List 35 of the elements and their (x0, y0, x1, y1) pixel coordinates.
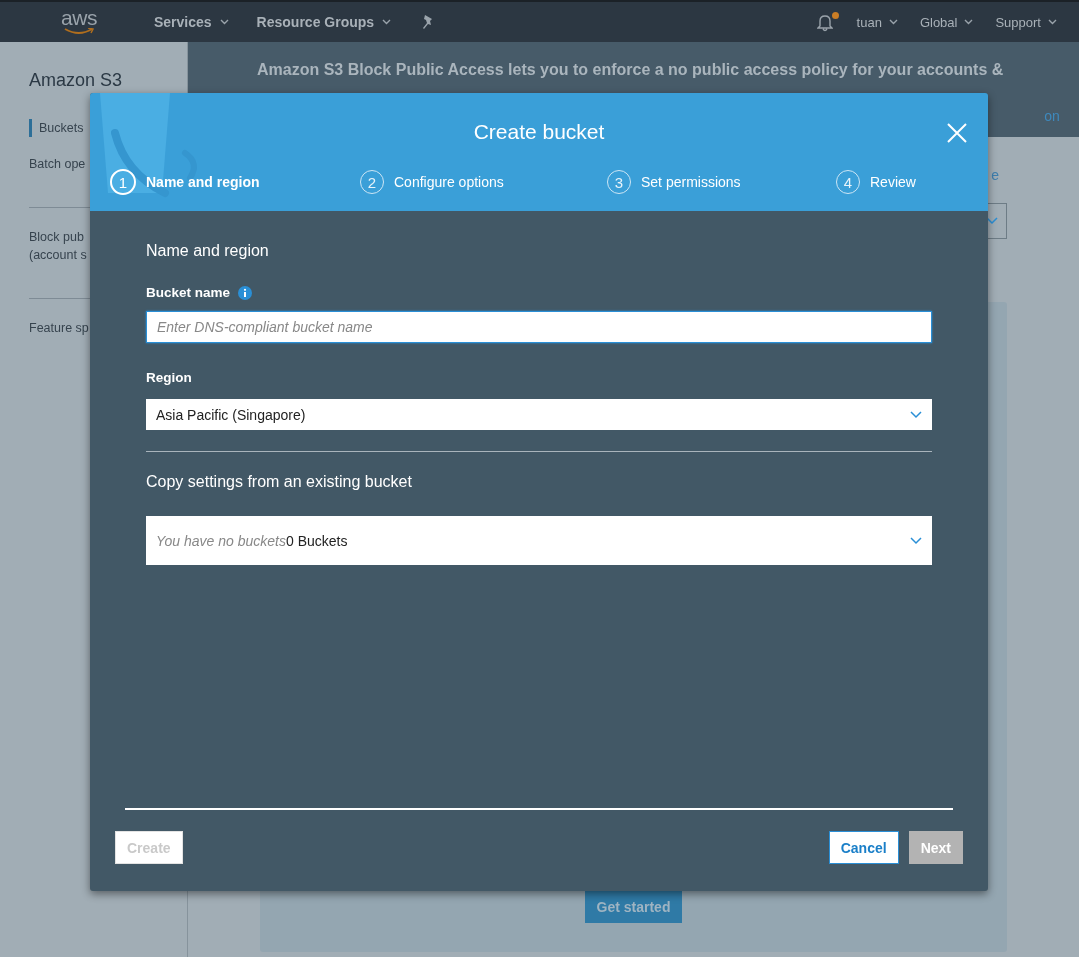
bucket-select[interactable]: You have no buckets0 Buckets (146, 516, 932, 565)
nav-menu[interactable]: Support (995, 14, 1057, 30)
caret-icon (219, 19, 229, 25)
section-title: Name and region (146, 241, 270, 261)
wizard-step[interactable]: 3 Set permissions (607, 169, 836, 195)
caret-icon (964, 19, 974, 25)
dialog-button[interactable]: Cancel (828, 831, 899, 864)
field-label: Bucket name (146, 285, 231, 300)
region-select[interactable]: Asia Pacific (Singapore) (146, 399, 932, 430)
aws-logo[interactable]: aws (58, 9, 100, 35)
nav-menu[interactable]: Services (154, 14, 229, 30)
input-field[interactable]: Enter DNS-compliant bucket name (146, 311, 932, 343)
field-label: Region (146, 370, 193, 385)
wizard-step[interactable]: 1 Name and region (110, 169, 360, 195)
info-icon (238, 285, 253, 300)
bell-icon (816, 14, 833, 32)
smile-icon (64, 28, 94, 35)
dialog-title: Create bucket (473, 120, 605, 145)
caret-icon (888, 19, 898, 25)
section-title: Copy settings from an existing bucket (146, 472, 413, 492)
chevron-down-icon (910, 410, 922, 419)
chevron-down-icon (986, 217, 998, 225)
close-button[interactable] (947, 123, 967, 143)
wizard-step[interactable]: 2 Configure options (360, 169, 607, 195)
close-icon (947, 123, 967, 143)
nav-menu[interactable]: tuan (856, 14, 898, 30)
wizard-step[interactable]: 4 Review (836, 169, 916, 195)
nav-menu[interactable]: Resource Groups (256, 14, 392, 30)
nav-menu[interactable]: Global (919, 14, 974, 30)
chevron-down-icon (910, 536, 922, 545)
sidebar-title: Amazon S3 (29, 70, 124, 91)
caret-icon (382, 19, 392, 25)
caret-icon (1048, 19, 1057, 25)
banner-text: Amazon S3 Block Public Access lets you to enforce a no public access policy for your accounts & (257, 60, 1004, 80)
notifications-button[interactable] (816, 12, 839, 32)
